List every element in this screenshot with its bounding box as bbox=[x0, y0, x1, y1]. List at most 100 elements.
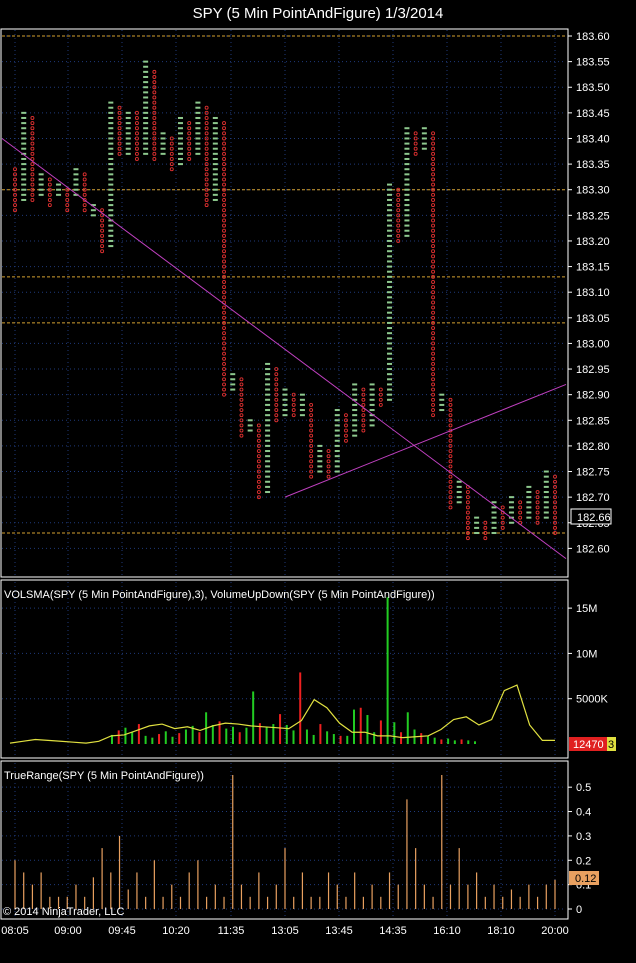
truerange-bar bbox=[423, 884, 425, 909]
pnf-x-box bbox=[387, 362, 393, 365]
pnf-x-box bbox=[491, 516, 497, 519]
pnf-o-box bbox=[239, 392, 244, 397]
pnf-o-box bbox=[222, 203, 226, 208]
pnf-x-box bbox=[352, 429, 358, 432]
pnf-x-box bbox=[491, 511, 497, 514]
pnf-x-box bbox=[387, 245, 393, 248]
pnf-o-box bbox=[117, 141, 122, 146]
pnf-o-box bbox=[222, 157, 226, 161]
pnf-o-box bbox=[204, 203, 209, 208]
pnf-o-box bbox=[431, 377, 436, 382]
pnf-x-box bbox=[526, 516, 532, 519]
pnf-o-box bbox=[152, 69, 157, 74]
pnf-o-box bbox=[500, 505, 505, 510]
volume-bar bbox=[467, 740, 470, 744]
pnf-x-box bbox=[125, 147, 131, 150]
volume-bar bbox=[460, 739, 463, 744]
pnf-x-box bbox=[387, 229, 393, 232]
pnf-o-box bbox=[431, 157, 436, 161]
volume-axis: 15M 10M 5000K bbox=[568, 603, 608, 706]
truerange-bar bbox=[484, 896, 486, 909]
pnf-x-column bbox=[230, 373, 236, 391]
pnf-x-box bbox=[143, 147, 149, 150]
pnf-x-box bbox=[108, 234, 114, 237]
pnf-x-box bbox=[125, 137, 131, 140]
pnf-x-box bbox=[387, 275, 393, 278]
pnf-x-box bbox=[212, 132, 218, 135]
pnf-o-box bbox=[239, 418, 244, 423]
pnf-o-box bbox=[309, 459, 314, 464]
pnf-o-box bbox=[239, 428, 244, 433]
pnf-x-box bbox=[143, 152, 149, 155]
pnf-x-box bbox=[143, 60, 149, 63]
pnf-x-box bbox=[143, 106, 149, 109]
pnf-x-box bbox=[265, 373, 271, 376]
pnf-x-box bbox=[456, 496, 462, 499]
time-tick-label: 13:05 bbox=[271, 925, 299, 937]
pnf-o-box bbox=[30, 177, 35, 182]
pnf-x-box bbox=[108, 152, 114, 155]
pnf-x-box bbox=[526, 485, 532, 488]
pnf-o-box bbox=[396, 223, 401, 228]
truerange-bar bbox=[101, 848, 103, 909]
truerange-bar bbox=[240, 884, 243, 909]
truerange-bar bbox=[554, 879, 556, 909]
volume-tick-label: 10M bbox=[576, 648, 597, 660]
pnf-o-box bbox=[518, 510, 523, 515]
pnf-x-box bbox=[177, 132, 183, 135]
pnf-o-box bbox=[239, 397, 244, 402]
truerange-last-value: 0.12 bbox=[575, 873, 596, 885]
pnf-x-box bbox=[73, 168, 79, 171]
pnf-x-box bbox=[212, 173, 218, 176]
pnf-o-box bbox=[30, 192, 35, 197]
volume-bar bbox=[178, 733, 181, 744]
pnf-x-box bbox=[108, 198, 114, 201]
pnf-x-box bbox=[387, 378, 393, 381]
pnf-x-box bbox=[265, 434, 271, 437]
pnf-o-box bbox=[396, 218, 401, 223]
price-tick-label: 183.35 bbox=[576, 159, 610, 171]
pnf-o-box bbox=[204, 157, 209, 161]
truerange-bar bbox=[179, 896, 182, 909]
pnf-o-box bbox=[431, 208, 436, 213]
pnf-o-column bbox=[117, 105, 122, 156]
pnf-o-box bbox=[187, 131, 192, 136]
pnf-o-box bbox=[309, 464, 314, 469]
truerange-bar bbox=[510, 889, 513, 909]
price-tick-label: 183.45 bbox=[576, 108, 610, 120]
pnf-x-box bbox=[38, 178, 44, 181]
pnf-o-box bbox=[431, 361, 436, 366]
pnf-x-box bbox=[265, 424, 271, 427]
pnf-x-box bbox=[108, 183, 114, 186]
time-tick-label: 09:45 bbox=[108, 925, 136, 937]
pnf-o-box bbox=[483, 525, 488, 530]
pnf-x-box bbox=[543, 475, 549, 478]
pnf-o-box bbox=[256, 433, 261, 438]
pnf-o-box bbox=[100, 233, 105, 238]
pnf-o-box bbox=[239, 377, 244, 382]
pnf-x-box bbox=[282, 388, 288, 391]
pnf-x-column bbox=[247, 419, 253, 432]
pnf-x-box bbox=[125, 111, 131, 114]
volume-tick-label: 5000K bbox=[576, 694, 608, 706]
pnf-x-box bbox=[421, 137, 427, 140]
pnf-o-box bbox=[431, 269, 436, 274]
pnf-o-box bbox=[47, 198, 52, 202]
pnf-x-box bbox=[369, 383, 375, 386]
pnf-x-box bbox=[160, 147, 166, 150]
time-tick-label: 10:20 bbox=[162, 925, 190, 937]
chart-canvas[interactable]: 183.60 183.55 183.50 183.45 183.40 183.35 183.… bbox=[0, 0, 636, 963]
pnf-o-box bbox=[13, 187, 17, 192]
pnf-o-box bbox=[431, 351, 436, 356]
pnf-o-box bbox=[82, 172, 87, 177]
pnf-x-box bbox=[404, 137, 410, 140]
pnf-x-box bbox=[456, 491, 462, 494]
pnf-x-box bbox=[508, 511, 514, 514]
pnf-o-box bbox=[222, 151, 226, 156]
truerange-bar bbox=[293, 896, 295, 909]
volume-bar bbox=[117, 730, 120, 744]
pnf-o-box bbox=[187, 121, 192, 126]
price-tick-label: 183.40 bbox=[576, 133, 610, 145]
pnf-o-box bbox=[204, 192, 209, 197]
pnf-o-box bbox=[204, 141, 209, 146]
